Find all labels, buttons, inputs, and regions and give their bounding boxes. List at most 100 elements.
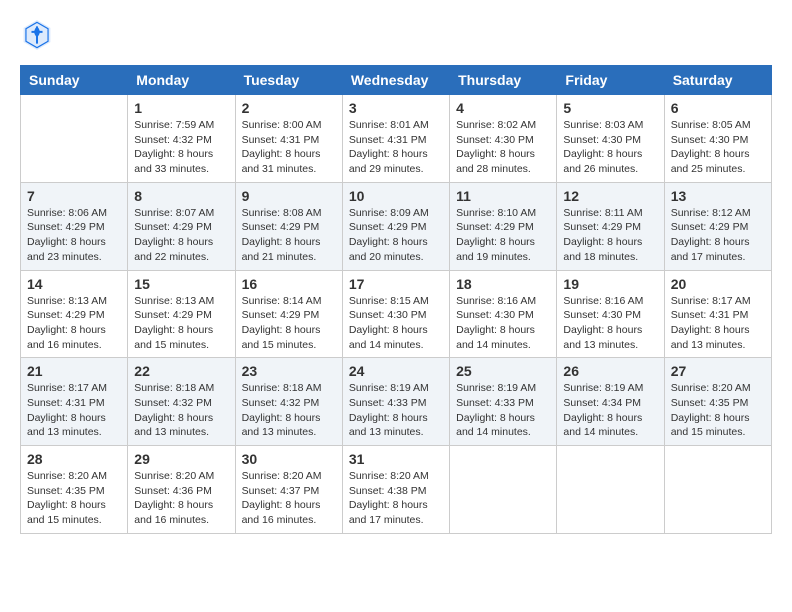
- day-info: Sunrise: 8:06 AMSunset: 4:29 PMDaylight:…: [27, 206, 121, 265]
- calendar-cell-w1-d3: 2 Sunrise: 8:00 AMSunset: 4:31 PMDaylight…: [235, 95, 342, 183]
- logo: [20, 20, 52, 55]
- calendar-week-5: 28 Sunrise: 8:20 AMSunset: 4:35 PMDayligh…: [21, 446, 772, 534]
- calendar-cell-w4-d3: 23Sunrise: 8:18 AMSunset: 4:32 PMDayligh…: [235, 358, 342, 446]
- day-info: Sunrise: 8:11 AMSunset: 4:29 PMDaylight:…: [563, 206, 657, 265]
- calendar-week-4: 21 Sunrise: 8:17 AMSunset: 4:31 PMDayligh…: [21, 358, 772, 446]
- day-number: 13: [671, 188, 765, 204]
- day-number: 14: [27, 276, 121, 292]
- calendar-cell-w2-d5: 11 Sunrise: 8:10 AMSunset: 4:29 PMDayligh…: [450, 182, 557, 270]
- col-saturday: Saturday: [664, 66, 771, 95]
- day-info: Sunrise: 8:08 AMSunset: 4:29 PMDaylight:…: [242, 206, 336, 265]
- col-wednesday: Wednesday: [342, 66, 449, 95]
- calendar-cell-w1-d1: [21, 95, 128, 183]
- day-info: Sunrise: 8:13 AMSunset: 4:29 PMDaylight:…: [27, 294, 121, 353]
- calendar-cell-w4-d4: 24Sunrise: 8:19 AMSunset: 4:33 PMDayligh…: [342, 358, 449, 446]
- calendar-cell-w2-d6: 12 Sunrise: 8:11 AMSunset: 4:29 PMDayligh…: [557, 182, 664, 270]
- day-info: Sunrise: 8:18 AMSunset: 4:32 PMDaylight:…: [134, 381, 228, 440]
- col-friday: Friday: [557, 66, 664, 95]
- calendar-cell-w4-d2: 22 Sunrise: 8:18 AMSunset: 4:32 PMDayligh…: [128, 358, 235, 446]
- calendar-cell-w3-d2: 15 Sunrise: 8:13 AMSunset: 4:29 PMDayligh…: [128, 270, 235, 358]
- calendar-cell-w5-d2: 29 Sunrise: 8:20 AMSunset: 4:36 PMDayligh…: [128, 446, 235, 534]
- calendar-cell-w3-d6: 19 Sunrise: 8:16 AMSunset: 4:30 PMDayligh…: [557, 270, 664, 358]
- day-info: Sunrise: 8:02 AMSunset: 4:30 PMDaylight:…: [456, 118, 550, 177]
- day-info: Sunrise: 7:59 AMSunset: 4:32 PMDaylight:…: [134, 118, 228, 177]
- day-info: Sunrise: 8:14 AMSunset: 4:29 PMDaylight:…: [242, 294, 336, 353]
- day-info: Sunrise: 8:07 AMSunset: 4:29 PMDaylight:…: [134, 206, 228, 265]
- day-number: 17: [349, 276, 443, 292]
- col-sunday: Sunday: [21, 66, 128, 95]
- col-monday: Monday: [128, 66, 235, 95]
- calendar-cell-w4-d1: 21 Sunrise: 8:17 AMSunset: 4:31 PMDayligh…: [21, 358, 128, 446]
- day-info: Sunrise: 8:17 AMSunset: 4:31 PMDaylight:…: [27, 381, 121, 440]
- day-number: 29: [134, 451, 228, 467]
- day-number: 12: [563, 188, 657, 204]
- day-number: 15: [134, 276, 228, 292]
- day-info: Sunrise: 8:20 AMSunset: 4:38 PMDaylight:…: [349, 469, 443, 528]
- col-tuesday: Tuesday: [235, 66, 342, 95]
- day-info: Sunrise: 8:13 AMSunset: 4:29 PMDaylight:…: [134, 294, 228, 353]
- calendar-cell-w2-d3: 9 Sunrise: 8:08 AMSunset: 4:29 PMDaylight…: [235, 182, 342, 270]
- calendar-cell-w4-d5: 25 Sunrise: 8:19 AMSunset: 4:33 PMDayligh…: [450, 358, 557, 446]
- calendar-week-3: 14 Sunrise: 8:13 AMSunset: 4:29 PMDayligh…: [21, 270, 772, 358]
- calendar-cell-w3-d4: 17Sunrise: 8:15 AMSunset: 4:30 PMDayligh…: [342, 270, 449, 358]
- calendar-cell-w3-d1: 14 Sunrise: 8:13 AMSunset: 4:29 PMDayligh…: [21, 270, 128, 358]
- calendar-header-row: Sunday Monday Tuesday Wednesday Thursday…: [21, 66, 772, 95]
- calendar-cell-w3-d7: 20Sunrise: 8:17 AMSunset: 4:31 PMDayligh…: [664, 270, 771, 358]
- calendar-cell-w3-d5: 18 Sunrise: 8:16 AMSunset: 4:30 PMDayligh…: [450, 270, 557, 358]
- day-number: 21: [27, 363, 121, 379]
- day-number: 31: [349, 451, 443, 467]
- calendar-cell-w5-d1: 28 Sunrise: 8:20 AMSunset: 4:35 PMDayligh…: [21, 446, 128, 534]
- calendar-cell-w5-d6: [557, 446, 664, 534]
- calendar-week-2: 7 Sunrise: 8:06 AMSunset: 4:29 PMDaylight…: [21, 182, 772, 270]
- day-number: 28: [27, 451, 121, 467]
- day-number: 23: [242, 363, 336, 379]
- day-number: 1: [134, 100, 228, 116]
- day-info: Sunrise: 8:20 AMSunset: 4:35 PMDaylight:…: [671, 381, 765, 440]
- calendar-cell-w5-d3: 30Sunrise: 8:20 AMSunset: 4:37 PMDayligh…: [235, 446, 342, 534]
- calendar-cell-w4-d7: 27Sunrise: 8:20 AMSunset: 4:35 PMDayligh…: [664, 358, 771, 446]
- day-number: 26: [563, 363, 657, 379]
- calendar-cell-w1-d5: 4 Sunrise: 8:02 AMSunset: 4:30 PMDaylight…: [450, 95, 557, 183]
- day-number: 16: [242, 276, 336, 292]
- day-number: 3: [349, 100, 443, 116]
- day-number: 9: [242, 188, 336, 204]
- day-number: 8: [134, 188, 228, 204]
- day-number: 22: [134, 363, 228, 379]
- day-info: Sunrise: 8:05 AMSunset: 4:30 PMDaylight:…: [671, 118, 765, 177]
- day-info: Sunrise: 8:03 AMSunset: 4:30 PMDaylight:…: [563, 118, 657, 177]
- day-info: Sunrise: 8:16 AMSunset: 4:30 PMDaylight:…: [456, 294, 550, 353]
- day-number: 11: [456, 188, 550, 204]
- day-number: 2: [242, 100, 336, 116]
- calendar-cell-w5-d4: 31 Sunrise: 8:20 AMSunset: 4:38 PMDayligh…: [342, 446, 449, 534]
- day-number: 4: [456, 100, 550, 116]
- day-info: Sunrise: 8:12 AMSunset: 4:29 PMDaylight:…: [671, 206, 765, 265]
- day-number: 19: [563, 276, 657, 292]
- day-info: Sunrise: 8:09 AMSunset: 4:29 PMDaylight:…: [349, 206, 443, 265]
- day-number: 6: [671, 100, 765, 116]
- page-header: [20, 20, 772, 55]
- day-number: 7: [27, 188, 121, 204]
- calendar-cell-w5-d7: [664, 446, 771, 534]
- day-info: Sunrise: 8:01 AMSunset: 4:31 PMDaylight:…: [349, 118, 443, 177]
- calendar-cell-w1-d7: 6 Sunrise: 8:05 AMSunset: 4:30 PMDaylight…: [664, 95, 771, 183]
- day-number: 30: [242, 451, 336, 467]
- calendar-cell-w1-d6: 5 Sunrise: 8:03 AMSunset: 4:30 PMDaylight…: [557, 95, 664, 183]
- calendar-week-1: 1 Sunrise: 7:59 AMSunset: 4:32 PMDaylight…: [21, 95, 772, 183]
- day-info: Sunrise: 8:00 AMSunset: 4:31 PMDaylight:…: [242, 118, 336, 177]
- day-info: Sunrise: 8:19 AMSunset: 4:33 PMDaylight:…: [456, 381, 550, 440]
- day-info: Sunrise: 8:16 AMSunset: 4:30 PMDaylight:…: [563, 294, 657, 353]
- day-number: 18: [456, 276, 550, 292]
- calendar-cell-w2-d4: 10Sunrise: 8:09 AMSunset: 4:29 PMDayligh…: [342, 182, 449, 270]
- day-info: Sunrise: 8:19 AMSunset: 4:33 PMDaylight:…: [349, 381, 443, 440]
- calendar-cell-w1-d4: 3 Sunrise: 8:01 AMSunset: 4:31 PMDaylight…: [342, 95, 449, 183]
- day-number: 5: [563, 100, 657, 116]
- day-info: Sunrise: 8:19 AMSunset: 4:34 PMDaylight:…: [563, 381, 657, 440]
- col-thursday: Thursday: [450, 66, 557, 95]
- day-number: 20: [671, 276, 765, 292]
- calendar-cell-w1-d2: 1 Sunrise: 7:59 AMSunset: 4:32 PMDaylight…: [128, 95, 235, 183]
- calendar-cell-w2-d7: 13 Sunrise: 8:12 AMSunset: 4:29 PMDayligh…: [664, 182, 771, 270]
- day-info: Sunrise: 8:20 AMSunset: 4:36 PMDaylight:…: [134, 469, 228, 528]
- day-number: 25: [456, 363, 550, 379]
- day-info: Sunrise: 8:10 AMSunset: 4:29 PMDaylight:…: [456, 206, 550, 265]
- day-info: Sunrise: 8:20 AMSunset: 4:35 PMDaylight:…: [27, 469, 121, 528]
